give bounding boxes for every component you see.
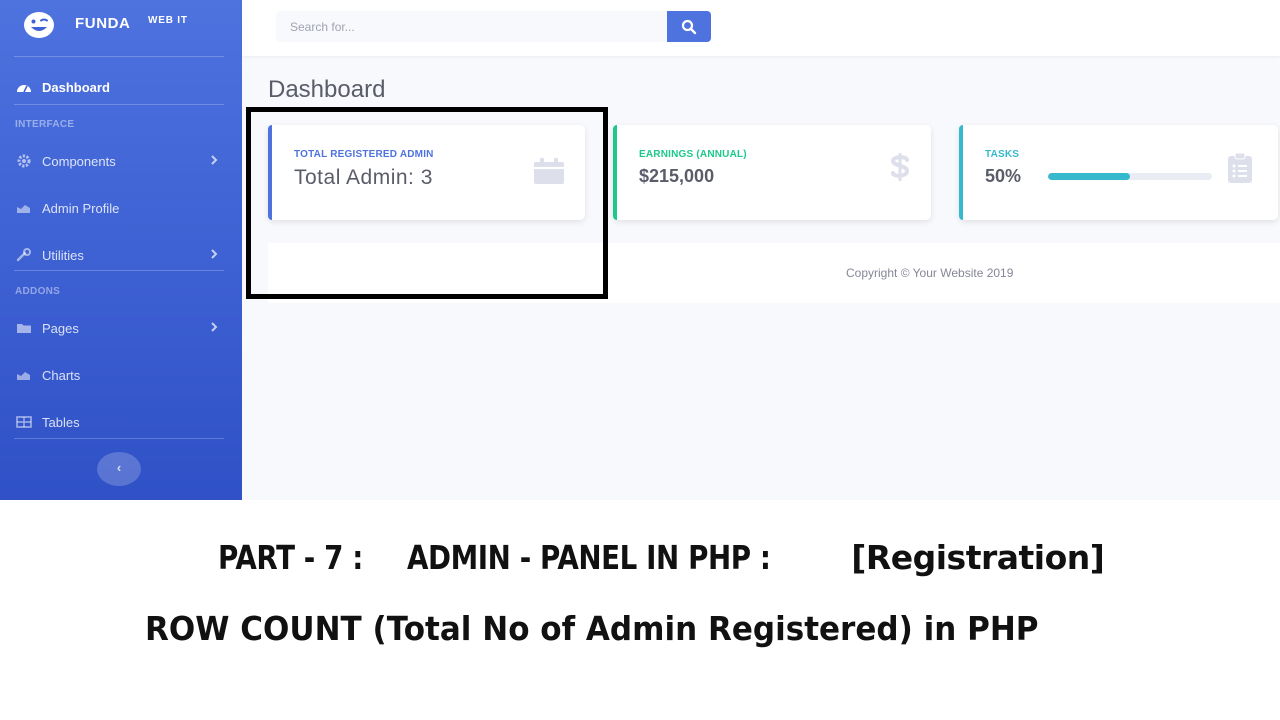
sidebar: FUNDA WEB IT Dashboard INTERFACE Compone…	[0, 0, 242, 510]
chart-area-icon	[17, 205, 30, 213]
brand-name: FUNDA	[75, 15, 131, 32]
wrench-icon	[16, 248, 31, 262]
card-value: 50%	[985, 166, 1022, 186]
search-input[interactable]	[276, 11, 668, 42]
copyright-text: Copyright © Your Website 2019	[846, 266, 1014, 280]
card-caption: TASKS	[985, 149, 1020, 160]
sidebar-heading-interface: INTERFACE	[15, 119, 75, 130]
sidebar-divider	[14, 270, 224, 271]
smiley-face-icon	[24, 12, 54, 38]
sidebar-divider	[14, 56, 224, 57]
sidebar-toggle-button[interactable]: ‹	[97, 452, 141, 486]
caption-line-1: PART - 7 : ADMIN - PANEL IN PHP : [Regis…	[218, 538, 1105, 577]
screen: FUNDA WEB IT Dashboard INTERFACE Compone…	[0, 0, 1280, 720]
chevron-left-icon: ‹	[116, 460, 122, 475]
card-caption: EARNINGS (ANNUAL)	[639, 149, 747, 160]
sidebar-item-pages[interactable]: Pages	[0, 310, 242, 346]
highlight-box	[246, 107, 608, 299]
page-title: Dashboard	[268, 76, 386, 103]
sidebar-item-label: Tables	[42, 415, 80, 430]
progress-fill	[1048, 173, 1130, 180]
sidebar-item-admin-profile[interactable]: Admin Profile	[0, 190, 242, 226]
search-box	[276, 11, 668, 42]
search-icon	[681, 19, 697, 35]
dollar-icon	[890, 153, 910, 181]
card-value: $215,000	[639, 166, 715, 186]
sidebar-item-label: Admin Profile	[42, 201, 120, 216]
sidebar-item-tables[interactable]: Tables	[0, 404, 242, 440]
topbar	[242, 0, 1280, 56]
sidebar-divider	[14, 438, 224, 439]
sidebar-item-charts[interactable]: Charts	[0, 357, 242, 393]
chevron-right-icon	[211, 249, 218, 259]
sidebar-item-label: Pages	[42, 321, 79, 336]
tachometer-icon	[17, 85, 31, 93]
stat-card-tasks: TASKS 50%	[959, 125, 1278, 220]
sidebar-heading-addons: ADDONS	[15, 286, 61, 297]
screen-bottom-strip	[0, 500, 1280, 510]
brand-suffix: WEB IT	[148, 15, 188, 26]
card-accent-bar	[959, 125, 963, 220]
caption-part: PART - 7 :	[218, 538, 363, 577]
chart-area-icon	[17, 372, 30, 380]
sidebar-item-components[interactable]: Components	[0, 143, 242, 179]
caption-tag: [Registration]	[851, 538, 1105, 577]
sidebar-item-label: Dashboard	[42, 80, 110, 95]
gear-icon	[17, 154, 31, 168]
sidebar-item-utilities[interactable]: Utilities	[0, 237, 242, 273]
caption-title: ADMIN - PANEL IN PHP :	[407, 538, 772, 577]
chevron-right-icon	[211, 155, 218, 165]
sidebar-item-label: Charts	[42, 368, 81, 383]
folder-icon	[17, 324, 31, 333]
clipboard-list-icon	[1228, 152, 1252, 183]
stat-card-earnings: EARNINGS (ANNUAL) $215,000	[613, 125, 931, 220]
sidebar-brand[interactable]: FUNDA WEB IT	[0, 0, 242, 56]
caption-line-2: ROW COUNT (Total No of Admin Registered)…	[145, 609, 1039, 648]
sidebar-item-dashboard[interactable]: Dashboard	[0, 69, 242, 105]
search-button[interactable]	[667, 11, 711, 42]
sidebar-divider	[14, 104, 224, 105]
card-accent-bar	[613, 125, 617, 220]
tasks-progress-bar	[1048, 173, 1212, 180]
chevron-right-icon	[211, 322, 218, 332]
table-icon	[16, 416, 32, 428]
sidebar-item-label: Utilities	[42, 248, 84, 263]
sidebar-item-label: Components	[42, 154, 116, 169]
